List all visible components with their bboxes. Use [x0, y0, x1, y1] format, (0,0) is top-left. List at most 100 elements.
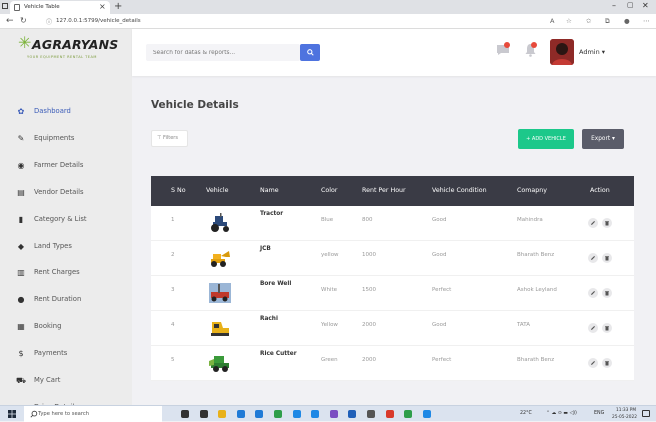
logo[interactable]: ✳ AGRARYANS YOUR EQUIPMENT RENTAL TEAM [10, 33, 122, 73]
admin-menu[interactable]: Admin ▾ [579, 48, 605, 56]
skype-icon[interactable] [311, 410, 320, 418]
reload-icon[interactable]: ↻ [20, 15, 27, 27]
sidebar-item-payments[interactable]: $ Payments [0, 341, 132, 367]
delete-icon[interactable] [602, 323, 612, 333]
clock-date[interactable]: 25-05-2022 [612, 415, 637, 420]
favorites-icon[interactable]: ✩ [586, 17, 591, 26]
rachi-image [209, 318, 231, 338]
windows-start-icon[interactable] [8, 410, 16, 418]
edit-icon[interactable] [588, 323, 598, 333]
cell-rent: 1000 [362, 252, 376, 258]
chrome-icon[interactable] [274, 410, 282, 418]
edit-icon[interactable] [588, 358, 598, 368]
column-header[interactable]: Vehicle Condition [432, 187, 487, 194]
messages-icon[interactable] [496, 42, 510, 56]
sidebar-item-dashboard[interactable]: ✿ Dashboard [0, 99, 132, 125]
search-icon [30, 410, 38, 418]
collections-icon[interactable]: ☆ [566, 17, 572, 26]
sidebar-item-rent-charges[interactable]: ▥ Rent Charges [0, 260, 132, 286]
cell-condition: Good [432, 252, 447, 258]
task-view-icon[interactable] [181, 410, 189, 418]
column-header[interactable]: Action [590, 187, 610, 194]
delete-icon[interactable] [602, 218, 612, 228]
notification-center-icon[interactable] [642, 410, 650, 417]
sidebar-item-booking[interactable]: ▦ Booking [0, 314, 132, 340]
sidebar-item-rent-duration[interactable]: ● Rent Duration [0, 287, 132, 313]
sidebar-item-drive-details[interactable]: ▬Drive Details [0, 395, 132, 405]
chrome-alt-icon[interactable] [385, 410, 394, 418]
extensions-icon[interactable]: ⧉ [605, 17, 610, 26]
column-header[interactable]: Rent Per Hour [362, 187, 406, 194]
cell-sno: 4 [171, 322, 175, 328]
sidebar-item-land-types[interactable]: ◆ Land Types [0, 234, 132, 260]
minimize-icon[interactable]: – [612, 1, 616, 10]
sidebar-item-label: Rent Duration [34, 295, 82, 304]
browser-tab[interactable]: Vehicle Table × [10, 1, 110, 14]
table-row: 2 JCB yellow 1000 Good Bharath Benz [151, 241, 634, 276]
chrome-profile-icon[interactable] [404, 410, 413, 418]
column-header[interactable]: Vehicle [206, 187, 229, 194]
maximize-icon[interactable]: ▢ [627, 1, 634, 9]
info-icon[interactable]: ⓘ [46, 17, 52, 26]
logo-leaf-icon: ✳ [18, 33, 32, 52]
cell-condition: Perfect [432, 357, 452, 363]
new-tab-button[interactable]: + [114, 0, 122, 13]
edit-icon[interactable] [588, 218, 598, 228]
tab-close-icon[interactable]: × [99, 2, 106, 12]
window-menu-icon[interactable] [2, 3, 8, 9]
edge-icon[interactable] [236, 410, 245, 418]
top-header: Admin ▾ [132, 29, 656, 76]
cell-name: Bore Well [260, 281, 292, 287]
sidebar-item-vendor-details[interactable]: ▤ Vendor Details [0, 180, 132, 206]
profile-icon[interactable]: ● [624, 17, 630, 26]
calendar-icon: ▦ [17, 322, 25, 332]
cell-rent: 1500 [362, 287, 376, 293]
read-aloud-icon[interactable]: A [550, 17, 554, 26]
edit-icon[interactable] [588, 253, 598, 263]
avatar[interactable] [550, 39, 574, 65]
weather-widget[interactable]: 22°C [520, 411, 532, 416]
vs-icon[interactable] [329, 410, 338, 418]
export-button[interactable]: Export ▾ [582, 129, 624, 149]
sidebar-item-farmer-details[interactable]: ◉ Farmer Details [0, 153, 132, 179]
cart-icon: ⛟ [16, 376, 27, 385]
tray-icons[interactable]: ⌃ ☁ ⊙ ▬ ◁)) [546, 411, 577, 416]
delete-icon[interactable] [602, 358, 612, 368]
cell-company: Bharath Benz [517, 357, 555, 363]
filters-button[interactable]: ⊤ Filters [151, 130, 188, 147]
sidebar-item-label: Farmer Details [34, 160, 84, 169]
back-icon[interactable]: ← [6, 15, 14, 27]
column-header[interactable]: Comapny [517, 187, 547, 194]
column-header[interactable]: Name [260, 187, 279, 194]
more-icon[interactable]: ⋯ [643, 17, 650, 26]
add-vehicle-button[interactable]: + ADD VEHICLE [518, 129, 574, 149]
store-icon[interactable] [255, 410, 264, 418]
cell-sno: 2 [171, 252, 175, 258]
file-explorer-icon[interactable] [218, 410, 227, 418]
column-header[interactable]: Color [321, 187, 337, 194]
page-title: Vehicle Details [151, 99, 239, 111]
cell-company: Mahindra [517, 217, 543, 223]
url-field[interactable]: 127.0.0.1:5799/vehicle_details [56, 17, 141, 26]
column-header[interactable]: S No [171, 187, 186, 194]
sidebar-item-equipments[interactable]: ✎ Equipments [0, 126, 132, 152]
search-input[interactable] [146, 44, 300, 61]
sidebar-item-my-cart[interactable]: ⛟ My Cart [0, 368, 132, 394]
language-indicator[interactable]: ENG [594, 411, 604, 416]
terminal-icon[interactable] [422, 410, 431, 418]
vs-code-icon[interactable] [292, 410, 301, 418]
search-button[interactable] [300, 44, 320, 61]
clock-time[interactable]: 11:33 PM [616, 408, 636, 413]
settings-icon[interactable] [367, 410, 375, 418]
bell-icon[interactable] [524, 42, 537, 57]
cell-name: Tractor [260, 211, 284, 217]
cell-rent: 800 [362, 217, 373, 223]
widgets-icon[interactable] [199, 410, 208, 418]
mail-icon[interactable] [348, 410, 357, 418]
close-window-icon[interactable]: ✕ [642, 1, 649, 10]
browser-tab-bar: Vehicle Table × + – ▢ ✕ [0, 0, 656, 14]
delete-icon[interactable] [602, 253, 612, 263]
sidebar-item-category-list[interactable]: ▮ Category & List [0, 207, 132, 233]
delete-icon[interactable] [602, 288, 612, 298]
edit-icon[interactable] [588, 288, 598, 298]
